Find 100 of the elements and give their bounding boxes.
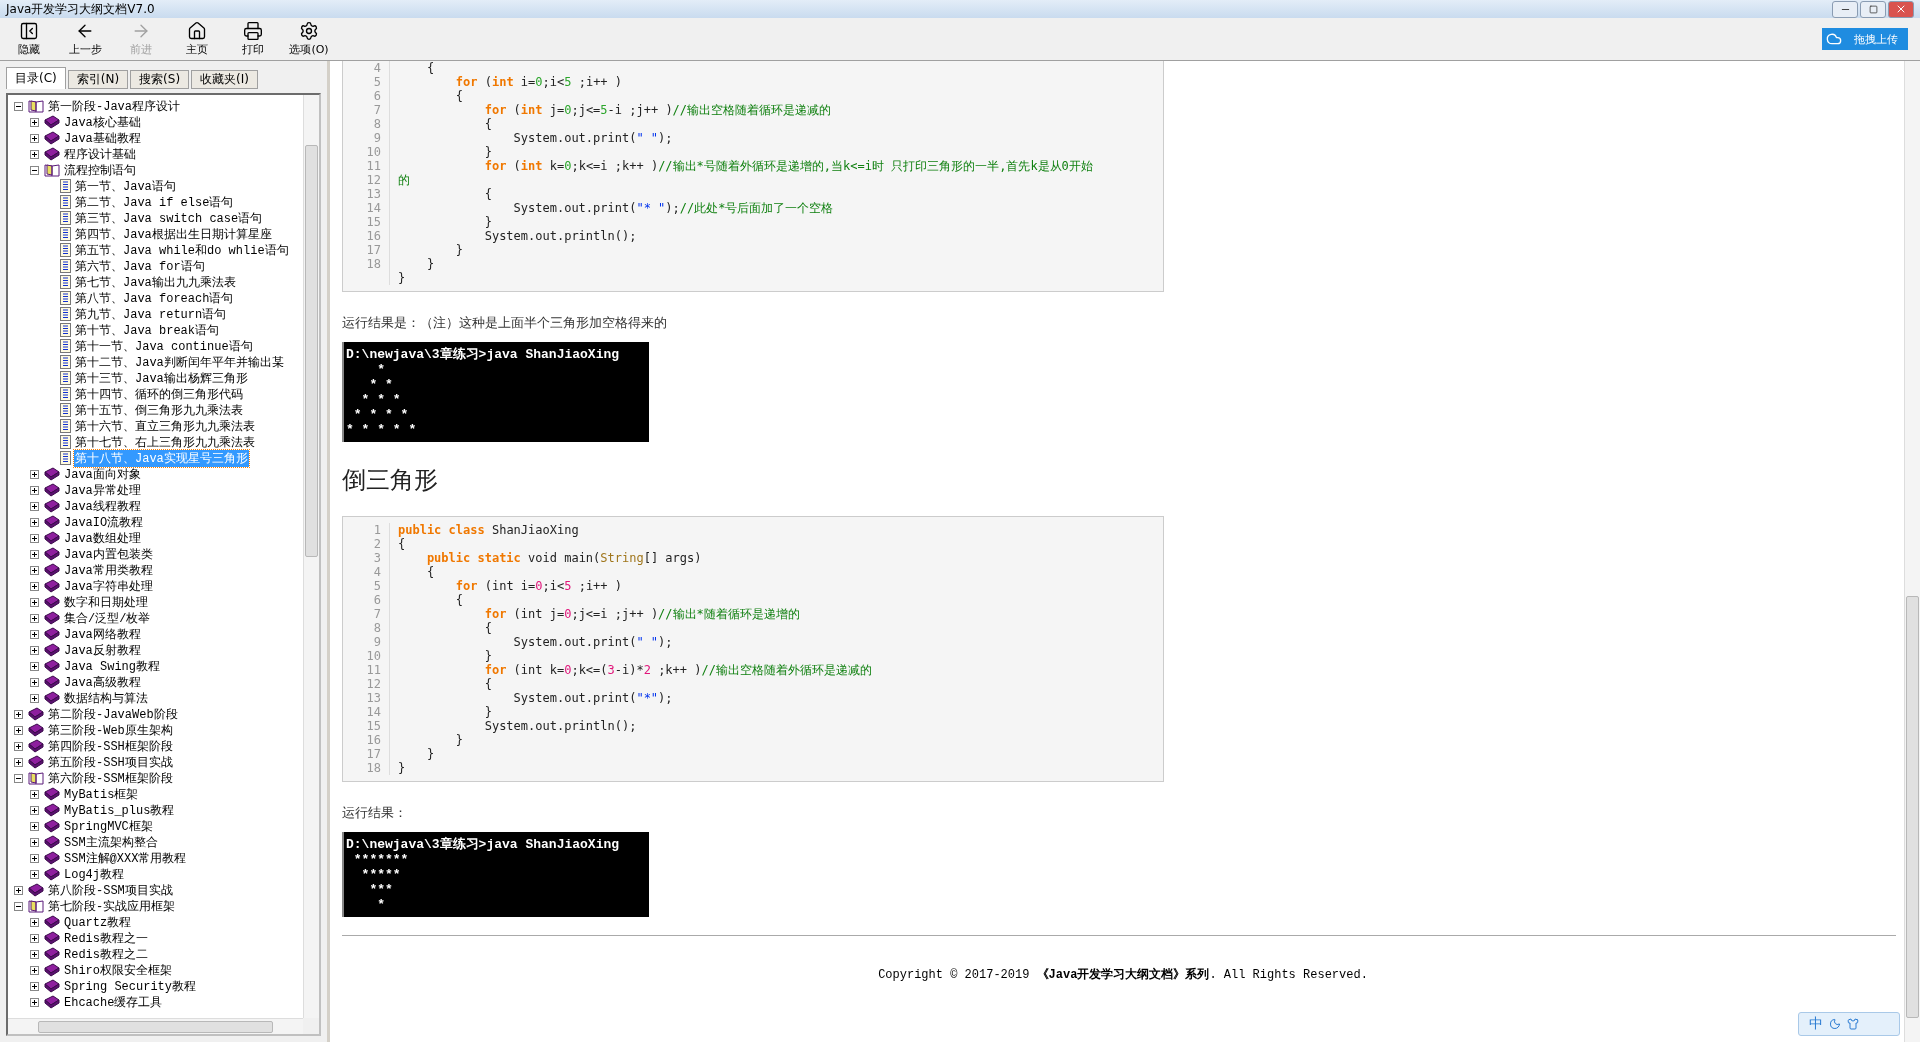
- expand-icon[interactable]: [30, 133, 39, 143]
- tree-item[interactable]: Java核心基础: [63, 113, 142, 131]
- tree-item[interactable]: Shiro权限安全框架: [63, 961, 173, 979]
- expand-icon[interactable]: [30, 565, 39, 575]
- expand-icon[interactable]: [30, 661, 39, 671]
- tab[interactable]: 收藏夹(I): [191, 70, 258, 89]
- toolbar-button[interactable]: 打印: [232, 21, 274, 57]
- tree-item[interactable]: 第十三节、Java输出杨辉三角形: [74, 369, 249, 387]
- tree-item[interactable]: Java数组处理: [63, 529, 142, 547]
- expand-icon[interactable]: [14, 709, 23, 719]
- tree-item[interactable]: Java反射教程: [63, 641, 142, 659]
- scrollbar[interactable]: [8, 1018, 303, 1034]
- expand-icon[interactable]: [30, 981, 39, 991]
- tree-item[interactable]: Java异常处理: [63, 481, 142, 499]
- tree-item[interactable]: 第七阶段-实战应用框架: [47, 897, 177, 915]
- maximize-button[interactable]: [1860, 0, 1886, 18]
- expand-icon[interactable]: [30, 965, 39, 975]
- tree-item[interactable]: SSM主流架构整合: [63, 833, 159, 851]
- tree-item[interactable]: 数据结构与算法: [63, 689, 149, 707]
- expand-icon[interactable]: [30, 581, 39, 591]
- tree-item[interactable]: 第三节、Java switch case语句: [74, 209, 264, 227]
- expand-icon[interactable]: [30, 469, 39, 479]
- tree-item[interactable]: JavaIO流教程: [63, 513, 145, 531]
- tree-item[interactable]: Java内置包装类: [63, 545, 154, 563]
- toolbar-button[interactable]: 隐藏: [8, 21, 50, 57]
- expand-icon[interactable]: [30, 613, 39, 623]
- expand-icon[interactable]: [14, 741, 23, 751]
- tree-item[interactable]: Spring Security教程: [63, 977, 198, 995]
- tree-item[interactable]: Redis教程之二: [63, 945, 149, 963]
- tab[interactable]: 搜索(S): [130, 70, 190, 89]
- tree-item[interactable]: 数字和日期处理: [63, 593, 149, 611]
- tree-item[interactable]: 第一阶段-Java程序设计: [47, 97, 181, 115]
- tree-item[interactable]: 第六阶段-SSM框架阶段: [47, 769, 174, 787]
- tree-item[interactable]: 第二阶段-JavaWeb阶段: [47, 705, 179, 723]
- tree-item[interactable]: 第十七节、右上三角形九九乘法表: [74, 433, 256, 451]
- tree-item[interactable]: 第十一节、Java continue语句: [74, 337, 254, 355]
- expand-icon[interactable]: [30, 997, 39, 1007]
- tree-item[interactable]: 第十四节、循环的倒三角形代码: [74, 385, 244, 403]
- expand-icon[interactable]: [30, 693, 39, 703]
- tree-item[interactable]: SpringMVC框架: [63, 817, 154, 835]
- tree-item[interactable]: 第十节、Java break语句: [74, 321, 220, 339]
- tree-item[interactable]: 第五节、Java while和do whlie语句: [74, 241, 290, 259]
- expand-icon[interactable]: [30, 517, 39, 527]
- expand-icon[interactable]: [30, 149, 39, 159]
- tree-item[interactable]: 第八节、Java foreach语句: [74, 289, 235, 307]
- expand-icon[interactable]: [30, 117, 39, 127]
- tree-item[interactable]: 第三阶段-Web原生架构: [47, 721, 174, 739]
- expand-icon[interactable]: [30, 501, 39, 511]
- tree-item[interactable]: 集合/泛型/枚举: [63, 609, 152, 627]
- expand-icon[interactable]: [30, 533, 39, 543]
- expand-icon[interactable]: [30, 789, 39, 799]
- expand-icon[interactable]: [14, 725, 23, 735]
- tree-item[interactable]: 第九节、Java return语句: [74, 305, 228, 323]
- expand-icon[interactable]: [30, 597, 39, 607]
- expand-icon[interactable]: [30, 645, 39, 655]
- tree-item[interactable]: 第二节、Java if else语句: [74, 193, 235, 211]
- tree-item[interactable]: MyBatis_plus教程: [63, 801, 176, 819]
- tree-item[interactable]: Java网络教程: [63, 625, 142, 643]
- tree-item[interactable]: 第七节、Java输出九九乘法表: [74, 273, 237, 291]
- expand-icon[interactable]: [30, 917, 39, 927]
- toolbar-button[interactable]: 主页: [176, 21, 218, 57]
- tree-item[interactable]: Redis教程之一: [63, 929, 149, 947]
- expand-icon[interactable]: [30, 549, 39, 559]
- toolbar-button[interactable]: 上一步: [64, 21, 106, 57]
- expand-icon[interactable]: [30, 837, 39, 847]
- expand-icon[interactable]: [30, 853, 39, 863]
- tree-item[interactable]: 第十六节、直立三角形九九乘法表: [74, 417, 256, 435]
- tree-item[interactable]: Quartz教程: [63, 913, 133, 931]
- collapse-icon[interactable]: [30, 165, 39, 175]
- expand-icon[interactable]: [30, 805, 39, 815]
- tree-item[interactable]: Java字符串处理: [63, 577, 154, 595]
- tree-item[interactable]: 第四阶段-SSH框架阶段: [47, 737, 174, 755]
- tree-item[interactable]: Log4j教程: [63, 865, 125, 883]
- collapse-icon[interactable]: [14, 901, 23, 911]
- tree-item[interactable]: 第五阶段-SSH项目实战: [47, 753, 174, 771]
- scrollbar[interactable]: [1904, 61, 1920, 1042]
- expand-icon[interactable]: [30, 821, 39, 831]
- ime-toolbar[interactable]: 中: [1798, 1012, 1900, 1036]
- expand-icon[interactable]: [30, 869, 39, 879]
- tree-item[interactable]: 第四节、Java根据出生日期计算星座: [74, 225, 273, 243]
- ime-mode[interactable]: 中: [1809, 1015, 1823, 1033]
- expand-icon[interactable]: [14, 885, 23, 895]
- tree-item[interactable]: Java线程教程: [63, 497, 142, 515]
- tree-item[interactable]: 第十五节、倒三角形九九乘法表: [74, 401, 244, 419]
- expand-icon[interactable]: [30, 629, 39, 639]
- toolbar-button[interactable]: 选项(O): [288, 21, 330, 57]
- upload-button[interactable]: 拖拽上传: [1822, 28, 1908, 50]
- tree-item[interactable]: 第六节、Java for语句: [74, 257, 206, 275]
- scrollbar[interactable]: [303, 95, 319, 1018]
- tree-item[interactable]: 第十二节、Java判断闰年平年并输出某: [74, 353, 285, 371]
- expand-icon[interactable]: [30, 677, 39, 687]
- expand-icon[interactable]: [14, 757, 23, 767]
- expand-icon[interactable]: [30, 485, 39, 495]
- tree-item[interactable]: Ehcache缓存工具: [63, 993, 164, 1011]
- tree-item[interactable]: 第八阶段-SSM项目实战: [47, 881, 174, 899]
- tree-item[interactable]: 程序设计基础: [63, 145, 137, 163]
- expand-icon[interactable]: [30, 933, 39, 943]
- collapse-icon[interactable]: [14, 101, 23, 111]
- tab[interactable]: 目录(C): [6, 67, 66, 89]
- tree-item[interactable]: 第一节、Java语句: [74, 177, 177, 195]
